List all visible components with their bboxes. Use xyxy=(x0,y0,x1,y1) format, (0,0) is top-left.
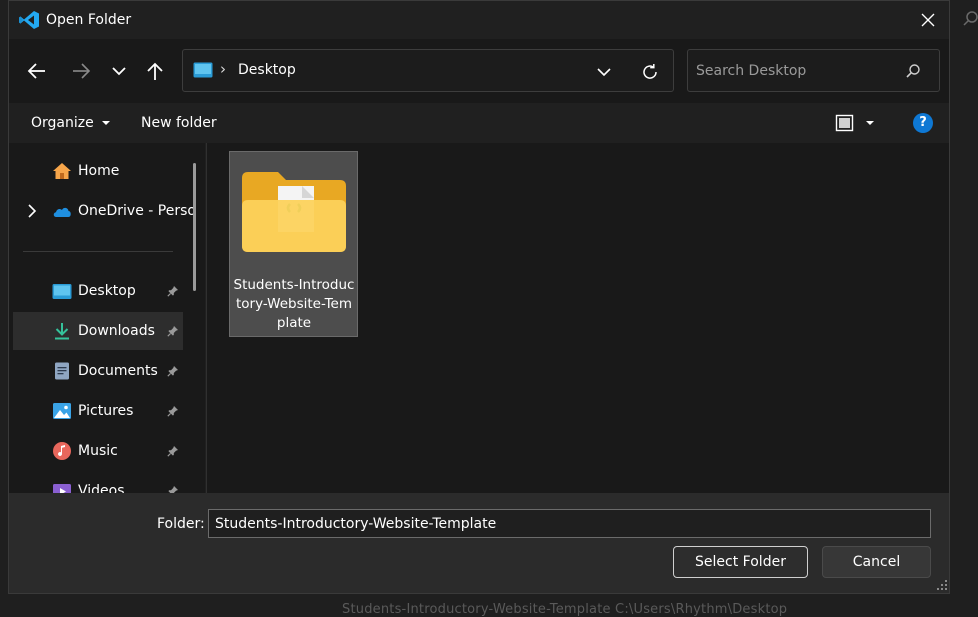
recent-locations-button[interactable] xyxy=(105,57,133,85)
up-button[interactable] xyxy=(141,57,169,85)
organize-label: Organize xyxy=(31,115,94,131)
refresh-icon xyxy=(643,64,657,79)
new-folder-button[interactable]: New folder xyxy=(141,115,217,131)
file-list-pane: Students-Introductory-Website-Template xyxy=(207,143,949,493)
sidebar-item-label: Downloads xyxy=(78,323,155,339)
desktop-icon xyxy=(52,284,72,299)
arrow-right-icon xyxy=(73,63,91,79)
sidebar-item-label: Documents xyxy=(78,363,158,379)
breadcrumb-desktop[interactable]: Desktop xyxy=(238,62,296,78)
command-toolbar: Organize New folder ? xyxy=(9,103,949,143)
chevron-down-icon xyxy=(112,67,126,76)
onedrive-cloud-icon xyxy=(53,207,71,217)
documents-icon xyxy=(55,362,69,380)
home-icon xyxy=(53,163,71,179)
open-folder-dialog: Open Folder › Desktop Search Desktop Org… xyxy=(8,0,950,594)
sidebar-item-documents[interactable]: Documents xyxy=(13,352,183,390)
sidebar-item-label: Music xyxy=(78,443,118,459)
organize-menu-button[interactable]: Organize xyxy=(31,115,111,131)
sidebar-item-label: Desktop xyxy=(78,283,136,299)
sidebar-item-downloads[interactable]: Downloads xyxy=(13,312,183,350)
folder-item-name: Students-Introductory-Website-Template xyxy=(233,277,355,331)
view-pane-icon xyxy=(835,114,874,132)
navigation-pane: Home OneDrive - Perso Desktop Downloads … xyxy=(9,143,205,493)
music-icon xyxy=(53,442,71,460)
close-icon xyxy=(921,13,935,27)
resize-grip-icon[interactable] xyxy=(936,579,948,591)
folder-field-label: Folder: xyxy=(157,516,205,532)
sidebar-item-home[interactable]: Home xyxy=(13,152,183,190)
sidebar-item-pictures[interactable]: Pictures xyxy=(13,392,183,430)
pin-icon[interactable] xyxy=(167,445,179,457)
refresh-button[interactable] xyxy=(638,60,662,84)
change-view-button[interactable] xyxy=(835,113,881,135)
sidebar-divider xyxy=(23,251,173,252)
forward-button[interactable] xyxy=(67,57,95,85)
sidebar-item-label: Pictures xyxy=(78,403,134,419)
help-button[interactable]: ? xyxy=(913,113,933,133)
title-bar: Open Folder xyxy=(9,1,949,39)
vscode-logo-icon xyxy=(19,11,39,29)
folder-icon xyxy=(242,172,346,252)
sidebar-item-label: OneDrive - Perso xyxy=(78,203,196,219)
pin-icon[interactable] xyxy=(167,365,179,377)
downloads-icon xyxy=(55,323,69,340)
sidebar-item-label: Home xyxy=(78,163,120,179)
address-dropdown-button[interactable] xyxy=(593,61,615,83)
videos-icon xyxy=(53,484,71,493)
sidebar-item-music[interactable]: Music xyxy=(13,432,183,470)
pin-icon[interactable] xyxy=(167,405,179,417)
arrow-left-icon xyxy=(27,63,45,79)
sidebar-item-label: Videos xyxy=(78,483,125,493)
cancel-button[interactable]: Cancel xyxy=(822,546,931,578)
select-folder-button[interactable]: Select Folder xyxy=(673,546,808,578)
chevron-down-icon xyxy=(597,68,611,77)
folder-name-input[interactable] xyxy=(208,509,931,538)
pin-icon[interactable] xyxy=(167,285,179,297)
dialog-title: Open Folder xyxy=(46,12,132,28)
sidebar-item-desktop[interactable]: Desktop xyxy=(13,272,183,310)
desktop-icon xyxy=(193,62,213,78)
breadcrumb-separator: › xyxy=(220,60,226,78)
chevron-right-icon[interactable] xyxy=(27,204,37,218)
sidebar-item-videos[interactable]: Videos xyxy=(13,472,183,493)
sidebar-scrollbar-thumb[interactable] xyxy=(193,163,196,291)
address-bar[interactable]: › Desktop xyxy=(182,49,674,92)
folder-item[interactable]: Students-Introductory-Website-Template xyxy=(229,151,358,337)
back-button[interactable] xyxy=(23,57,51,85)
search-box xyxy=(687,49,940,92)
arrow-up-icon xyxy=(147,62,163,80)
pin-icon[interactable] xyxy=(167,485,179,493)
navigation-bar: › Desktop xyxy=(9,39,949,103)
search-input[interactable] xyxy=(696,61,896,81)
caret-down-icon xyxy=(102,121,111,125)
sidebar-item-onedrive[interactable]: OneDrive - Perso xyxy=(13,192,196,230)
dialog-footer: Folder: Select Folder Cancel xyxy=(9,493,949,593)
background-search-icon xyxy=(963,11,978,26)
pictures-icon xyxy=(53,403,71,419)
close-button[interactable] xyxy=(909,3,947,37)
background-status-text: Students-Introductory-Website-Template C… xyxy=(342,602,788,617)
pin-icon[interactable] xyxy=(167,325,179,337)
search-icon[interactable] xyxy=(904,62,922,80)
